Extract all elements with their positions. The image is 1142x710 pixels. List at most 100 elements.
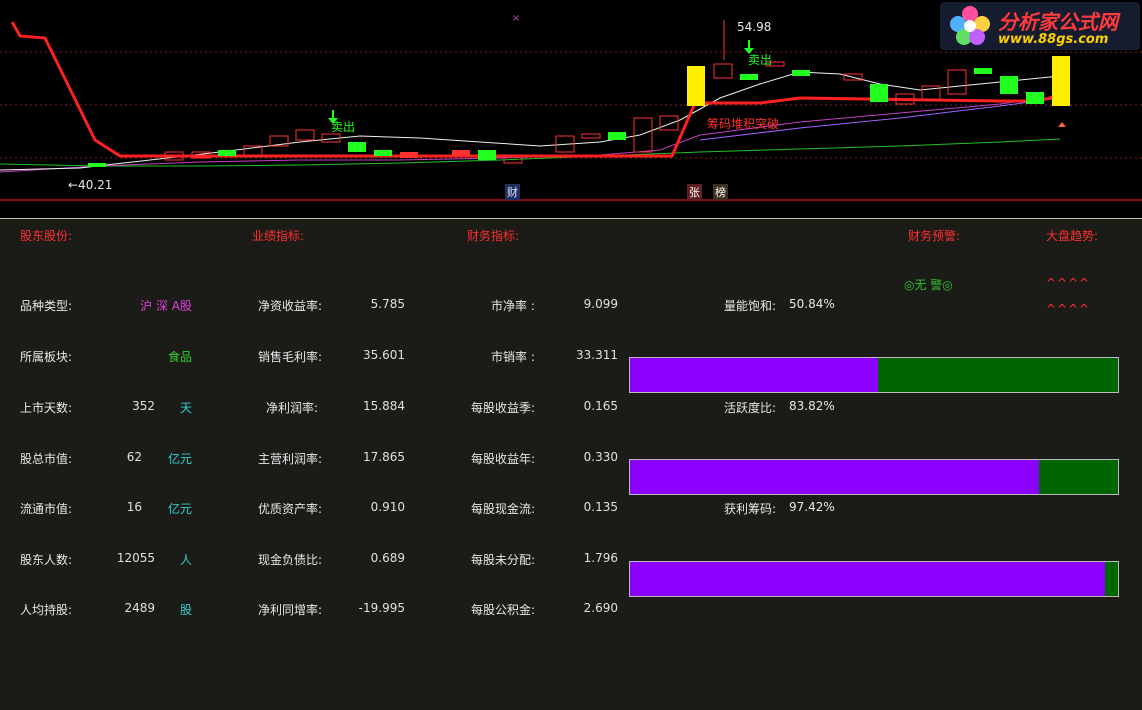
profit-chips-value: 97.42% bbox=[789, 500, 835, 514]
undistributed-label: 每股未分配: bbox=[471, 553, 536, 567]
ps-value: 33.311 bbox=[576, 348, 618, 362]
flower-logo-icon bbox=[950, 6, 990, 45]
type-value: 沪 深 A股 bbox=[140, 299, 192, 313]
avg-holding-value: 2489 bbox=[124, 601, 155, 615]
cash-debt-label: 现金负债比: bbox=[258, 553, 323, 567]
up-triangle-icon bbox=[1058, 122, 1066, 127]
low-price-label: ←40.21 bbox=[68, 178, 113, 192]
candle bbox=[1026, 92, 1044, 104]
profit-chips-bar bbox=[629, 561, 1119, 597]
quality-asset-label: 优质资产率: bbox=[258, 502, 323, 516]
volume-saturation-fill bbox=[630, 358, 879, 392]
total-cap-label: 股总市值: bbox=[20, 452, 73, 466]
kline-chart[interactable]: × 54.98 ←40.21 卖出 卖出 筹码堆积突破 财 张 榜 分析家公式网… bbox=[0, 0, 1142, 205]
logo-title: 分析家公式网 bbox=[998, 10, 1118, 34]
activity-ratio-fill bbox=[630, 460, 1040, 494]
market-trend-header: 大盘趋势: bbox=[1046, 229, 1099, 243]
cashflow-label: 每股现金流: bbox=[471, 502, 536, 516]
eps-y-value: 0.330 bbox=[583, 450, 618, 464]
candle bbox=[740, 74, 758, 80]
quality-asset-value: 0.910 bbox=[370, 500, 405, 514]
pb-label: 市净率 : bbox=[491, 299, 535, 313]
candle bbox=[581, 133, 601, 139]
candle bbox=[218, 150, 236, 156]
ma-mid-line bbox=[0, 95, 1061, 173]
roe-value: 5.785 bbox=[370, 297, 405, 311]
high-price-label: 54.98 bbox=[737, 20, 772, 34]
activity-ratio-bar bbox=[629, 459, 1119, 495]
candle bbox=[974, 68, 992, 74]
market-trend-value: ^^^^ bbox=[1046, 276, 1091, 290]
profit-chips-label: 获利筹码: bbox=[724, 502, 777, 516]
candle bbox=[633, 117, 653, 153]
warning-status: ◎无 警◎ bbox=[904, 278, 953, 292]
listing-days-unit: 天 bbox=[179, 401, 192, 415]
profit-growth-value: -19.995 bbox=[358, 601, 405, 615]
sell-signal-label: 卖出 bbox=[331, 120, 356, 134]
marker-x-icon: × bbox=[512, 13, 520, 24]
main-margin-label: 主营利润率: bbox=[258, 452, 323, 466]
activity-ratio-label: 活跃度比: bbox=[724, 401, 777, 415]
undistributed-value: 1.796 bbox=[583, 551, 618, 565]
type-label: 品种类型: bbox=[20, 299, 73, 313]
float-cap-unit: 亿元 bbox=[167, 502, 192, 516]
holders-unit: 人 bbox=[179, 553, 192, 567]
float-cap-label: 流通市值: bbox=[20, 502, 73, 516]
candle bbox=[400, 152, 418, 158]
warning-header: 财务预警: bbox=[908, 229, 961, 243]
sell-signal-label: 卖出 bbox=[748, 53, 773, 67]
finance-tag[interactable]: 财 bbox=[505, 184, 520, 200]
candle-highlight bbox=[687, 66, 705, 106]
candle bbox=[792, 70, 810, 76]
candle bbox=[947, 69, 967, 95]
candle bbox=[713, 63, 733, 79]
total-cap-value: 62 bbox=[126, 450, 142, 464]
total-cap-unit: 亿元 bbox=[167, 452, 192, 466]
gross-margin-value: 35.601 bbox=[363, 348, 405, 362]
avg-holding-label: 人均持股: bbox=[20, 603, 73, 617]
candle bbox=[295, 129, 315, 141]
candle bbox=[88, 163, 106, 167]
candlesticks bbox=[88, 56, 1070, 167]
net-margin-value: 15.884 bbox=[363, 399, 405, 413]
ranking-tag[interactable]: 榜 bbox=[713, 184, 728, 200]
info-panel: 股东股份: 业绩指标: 财务指标: 财务预警: 大盘趋势: ◎无 警◎ ^^^^… bbox=[0, 218, 1142, 710]
ps-label: 市销率 : bbox=[491, 350, 535, 364]
eps-q-label: 每股收益季: bbox=[471, 401, 536, 415]
listing-days-value: 352 bbox=[132, 399, 155, 413]
volume-saturation-bar bbox=[629, 357, 1119, 393]
market-trend-value: ^^^^ bbox=[1046, 302, 1091, 316]
candle bbox=[659, 115, 679, 131]
cash-debt-value: 0.689 bbox=[370, 551, 405, 565]
candle bbox=[452, 150, 470, 156]
eps-q-value: 0.165 bbox=[583, 399, 618, 413]
volume-saturation-value: 50.84% bbox=[789, 297, 835, 311]
candle bbox=[348, 142, 366, 152]
roe-label: 净资收益率: bbox=[258, 299, 323, 313]
candle bbox=[870, 84, 888, 102]
holders-value: 12055 bbox=[116, 551, 155, 565]
reserve-label: 每股公积金: bbox=[471, 603, 536, 617]
logo-url: www.88gs.com bbox=[998, 32, 1109, 47]
profit-growth-label: 净利同增率: bbox=[258, 603, 323, 617]
profit-chips-fill bbox=[630, 562, 1106, 596]
shareholders-header: 股东股份: bbox=[20, 229, 73, 243]
ma-long-line bbox=[0, 138, 1061, 167]
pb-value: 9.099 bbox=[583, 297, 618, 311]
limit-up-tag[interactable]: 张 bbox=[687, 184, 702, 200]
sector-value: 食品 bbox=[167, 350, 192, 364]
sector-label: 所属板块: bbox=[20, 350, 73, 364]
performance-header: 业绩指标: bbox=[252, 229, 305, 243]
reserve-value: 2.690 bbox=[583, 601, 618, 615]
site-logo: 分析家公式网 www.88gs.com bbox=[940, 2, 1140, 50]
candle bbox=[374, 150, 392, 156]
candle bbox=[478, 150, 496, 160]
listing-days-label: 上市天数: bbox=[20, 401, 73, 415]
gross-margin-label: 销售毛利率: bbox=[258, 350, 323, 364]
avg-holding-unit: 股 bbox=[179, 603, 192, 617]
candle bbox=[608, 132, 626, 140]
volume-saturation-label: 量能饱和: bbox=[724, 299, 777, 313]
candle bbox=[1000, 76, 1018, 94]
float-cap-value: 16 bbox=[126, 500, 142, 514]
cashflow-value: 0.135 bbox=[583, 500, 618, 514]
